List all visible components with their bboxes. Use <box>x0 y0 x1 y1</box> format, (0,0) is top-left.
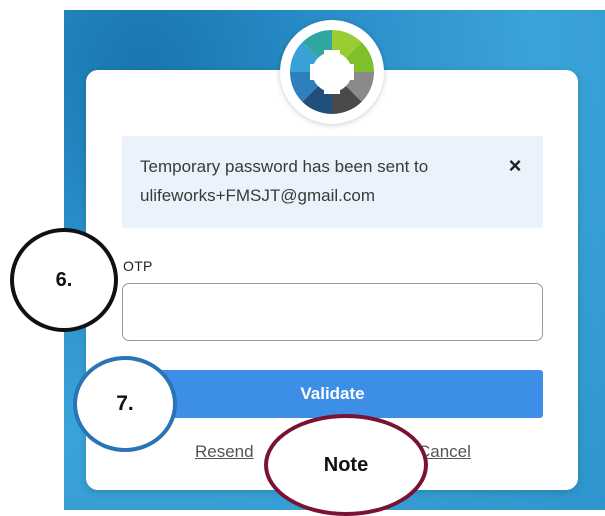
alert-message-line1: Temporary password has been sent to <box>140 157 429 176</box>
validate-button[interactable]: Validate <box>122 370 543 418</box>
step-6-label: 6. <box>55 268 73 291</box>
alert-message-email: ulifeworks+FMSJT@gmail.com <box>140 186 375 205</box>
close-icon[interactable]: × <box>505 155 525 177</box>
step-7-label: 7. <box>116 392 134 415</box>
note-label: Note <box>323 453 369 476</box>
otp-label: OTP <box>123 258 153 274</box>
step-6-callout: 6. <box>10 228 118 332</box>
otp-sent-alert: Temporary password has been sent to ulif… <box>122 136 543 228</box>
note-callout: Note <box>264 414 428 516</box>
alert-message: Temporary password has been sent to ulif… <box>140 152 490 210</box>
resend-link[interactable]: Resend <box>195 442 254 462</box>
otp-input[interactable] <box>122 283 543 341</box>
medical-cross-logo-icon <box>280 20 384 124</box>
step-7-callout: 7. <box>73 356 177 452</box>
